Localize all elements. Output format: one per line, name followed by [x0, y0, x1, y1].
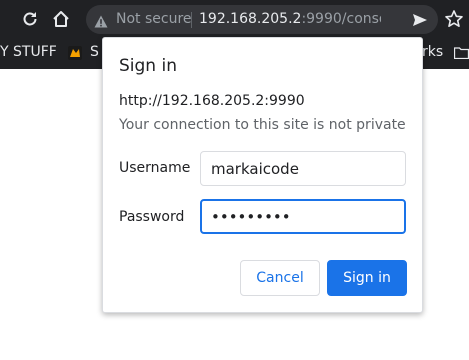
reload-icon[interactable] [20, 9, 40, 29]
cancel-button[interactable]: Cancel [240, 260, 320, 296]
sign-in-dialog: Sign in http://192.168.205.2:9990 Your c… [102, 37, 423, 313]
url-host: 192.168.205.2 [199, 11, 302, 27]
bookmark-folder-label[interactable]: Y STUFF [0, 44, 57, 60]
send-icon[interactable] [412, 12, 428, 28]
bookmark-favicon-icon[interactable] [68, 46, 82, 60]
other-bookmarks-label[interactable]: rks [422, 44, 443, 60]
dialog-warning: Your connection to this site is not priv… [119, 117, 406, 133]
password-label: Password [119, 209, 185, 225]
warning-icon[interactable] [94, 13, 108, 28]
password-field[interactable] [200, 199, 406, 234]
sign-in-button[interactable]: Sign in [327, 260, 407, 296]
username-label: Username [119, 160, 191, 176]
address-bar[interactable]: Not secure 192.168.205.2:9990/console/in… [86, 5, 438, 34]
not-secure-label[interactable]: Not secure [116, 11, 192, 27]
url-text[interactable]: 192.168.205.2:9990/console/in... [199, 11, 381, 27]
folder-icon[interactable] [453, 46, 469, 60]
star-icon[interactable] [444, 9, 464, 29]
omnibox-divider [191, 12, 192, 28]
dialog-origin: http://192.168.205.2:9990 [119, 93, 305, 109]
home-icon[interactable] [51, 9, 71, 29]
url-path: :9990/console/in... [301, 11, 381, 27]
dialog-title: Sign in [119, 56, 177, 76]
bookmark-item-label[interactable]: S [90, 44, 99, 60]
username-field[interactable] [200, 151, 406, 186]
browser-toolbar: Not secure 192.168.205.2:9990/console/in… [0, 0, 469, 38]
